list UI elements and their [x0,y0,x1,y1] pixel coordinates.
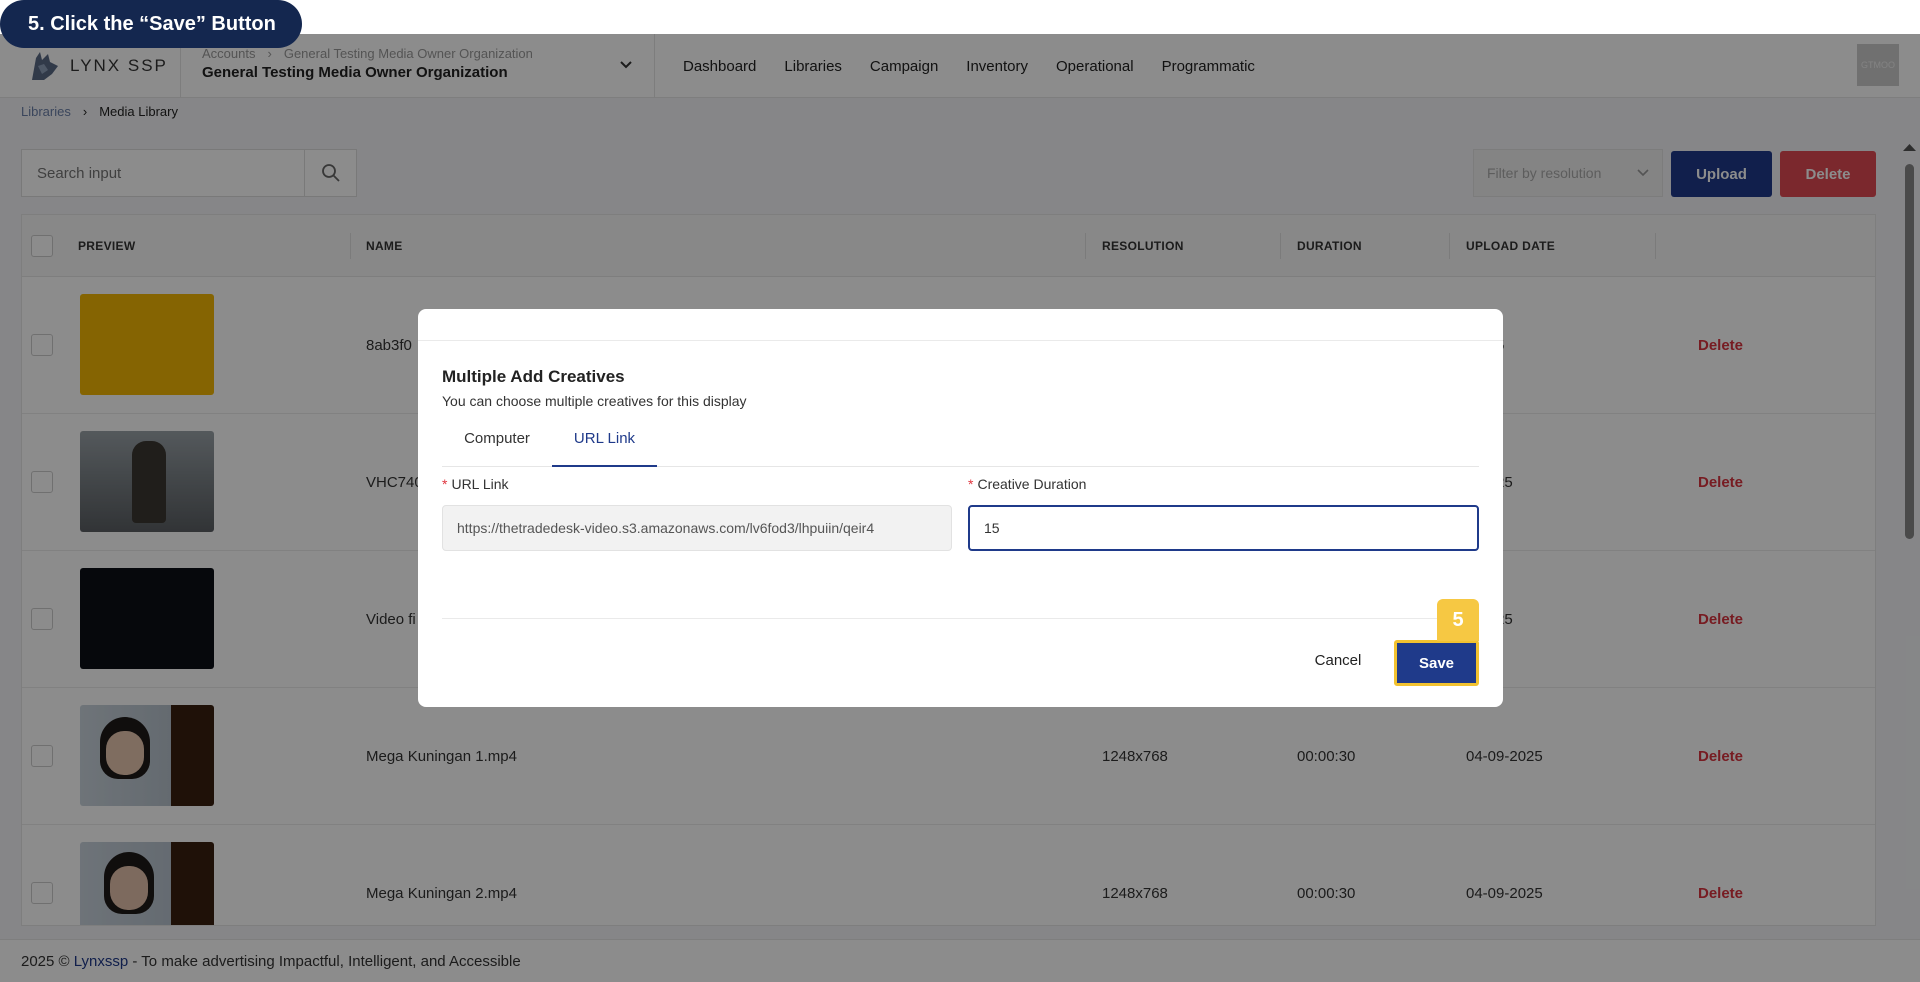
required-marker: * [968,476,974,492]
step-number-badge: 5 [1437,599,1479,641]
save-button[interactable]: Save [1394,640,1479,686]
creative-duration-label: * Creative Duration [968,476,1086,492]
divider [418,340,1503,341]
modal-tabs: Computer URL Link [442,417,1479,467]
url-link-label-text: URL Link [451,476,509,492]
creative-duration-label-text: Creative Duration [977,476,1087,492]
required-marker: * [442,476,448,492]
modal-subtitle: You can choose multiple creatives for th… [442,393,747,409]
divider [442,618,1479,619]
modal-title: Multiple Add Creatives [442,367,625,386]
cancel-button[interactable]: Cancel [1301,640,1375,680]
tab-url-link[interactable]: URL Link [552,417,657,467]
url-link-input[interactable]: https://thetradedesk-video.s3.amazonaws.… [442,505,952,551]
url-link-label: * URL Link [442,476,509,492]
creative-duration-input[interactable] [968,505,1479,551]
tutorial-step-title: 5. Click the “Save” Button [0,0,302,48]
tab-computer[interactable]: Computer [442,417,552,467]
add-creatives-modal: Multiple Add Creatives You can choose mu… [418,309,1503,707]
